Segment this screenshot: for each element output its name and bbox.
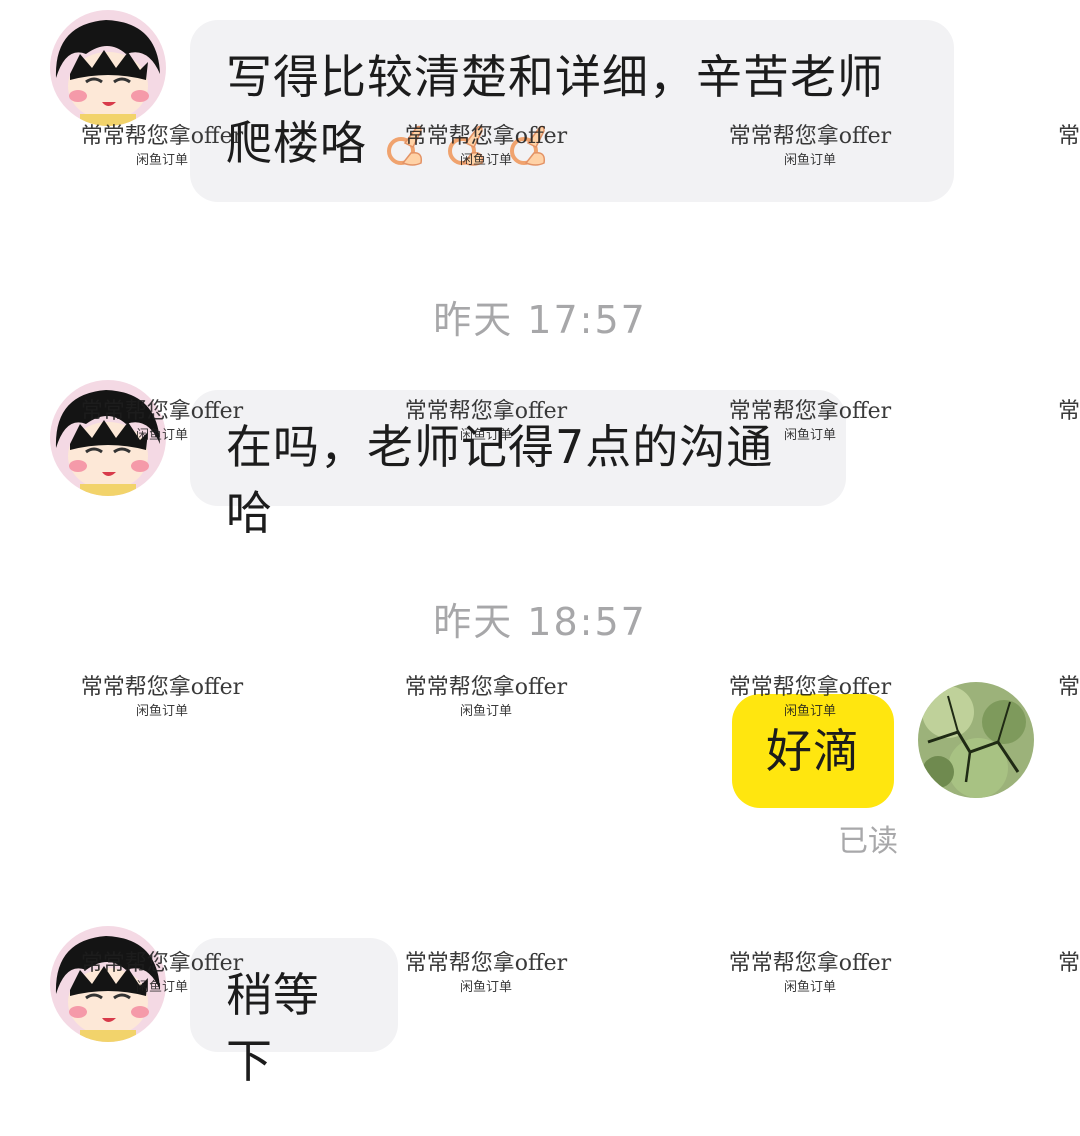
message-text: 稍等下 [226, 968, 320, 1088]
message-text: 爬楼咯 [226, 116, 367, 170]
message-text-line: 写得比较清楚和详细，辛苦老师 [226, 50, 884, 104]
contact-avatar[interactable] [50, 926, 166, 1042]
green-moss-avatar-icon [918, 682, 1034, 798]
message-text: 在吗，老师记得7点的沟通哈 [226, 420, 774, 540]
contact-avatar[interactable] [50, 380, 166, 496]
timestamp: 昨天 18:57 [433, 600, 647, 644]
read-status: 已读 [838, 824, 898, 859]
ok-hand-emoji-icon [444, 118, 488, 166]
cartoon-girl-avatar-icon [50, 10, 166, 126]
self-avatar[interactable] [918, 682, 1034, 798]
ok-hand-emoji-icon [506, 118, 550, 166]
message-bubble-incoming[interactable]: 在吗，老师记得7点的沟通哈 [190, 390, 846, 540]
contact-avatar[interactable] [50, 10, 166, 126]
message-bubble-outgoing[interactable]: 好滴 [732, 694, 894, 808]
message-text-line-with-emoji: 爬楼咯 [226, 110, 918, 176]
message-text: 好滴 [766, 724, 860, 778]
ok-hand-emoji-icon [383, 118, 427, 166]
message-bubble-incoming[interactable]: 写得比较清楚和详细，辛苦老师 爬楼咯 [190, 20, 954, 202]
cartoon-girl-avatar-icon [50, 380, 166, 496]
cartoon-girl-avatar-icon [50, 926, 166, 1042]
message-bubble-incoming[interactable]: 稍等下 [190, 938, 398, 1088]
timestamp: 昨天 17:57 [433, 298, 647, 342]
chat-view: 写得比较清楚和详细，辛苦老师 爬楼咯 昨天 17:57 在吗，老师记得7点的沟通… [0, 0, 1080, 1136]
